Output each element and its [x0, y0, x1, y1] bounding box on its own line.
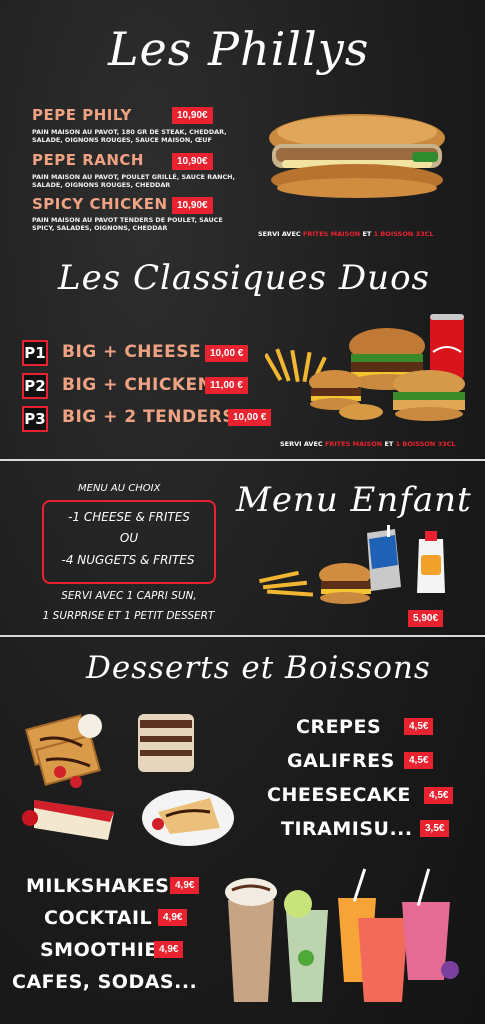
kids-served-line: SERVI AVEC 1 CAPRI SUN,	[61, 590, 197, 602]
dessert-item-price: 3,5€	[420, 820, 450, 837]
dessert-item-name: CREPES	[296, 716, 382, 738]
duo-item-name: BIG + 2 TENDERS	[62, 407, 236, 427]
philly-item-name: SPICY CHICKEN	[32, 195, 168, 213]
duo-code-badge: P1	[22, 340, 48, 366]
duos-title: Les Classiques Duos	[58, 258, 430, 298]
duo-burgers-image	[265, 314, 465, 421]
desserts-image	[22, 714, 234, 846]
philly-sandwich-image	[269, 114, 445, 198]
duo-code-badge: P2	[22, 373, 48, 399]
philly-item-name: PEPE RANCH	[32, 151, 144, 169]
kids-option-or: OU	[119, 531, 139, 545]
dessert-item-name: TIRAMISU...	[281, 818, 413, 840]
philly-item-desc: PAIN MAISON AU PAVOT, 180 GR DE STEAK, C…	[32, 128, 227, 144]
drink-item-name: MILKSHAKES	[26, 875, 170, 897]
duos-served-note: SERVI AVEC FRITES MAISON ET 1 BOISSON 33…	[280, 440, 456, 448]
kids-served-line: 1 SURPRISE ET 1 PETIT DESSERT	[42, 610, 215, 622]
drink-item-name: CAFES, SODAS...	[12, 971, 198, 993]
section-divider	[0, 635, 485, 637]
philly-item-price: 10,90€	[172, 107, 213, 124]
drink-item-name: SMOOTHIE	[40, 939, 158, 961]
desserts-title: Desserts et Boissons	[86, 650, 431, 686]
duo-item-name: BIG + CHICKEN	[62, 375, 213, 395]
dessert-item-price: 4,5€	[404, 752, 434, 769]
philly-item-desc: PAIN MAISON AU PAVOT TENDERS DE POULET, …	[32, 216, 223, 232]
phillys-title: Les Phillys	[108, 22, 370, 76]
dessert-item-price: 4,5€	[424, 787, 454, 804]
kids-menu-image	[259, 525, 445, 604]
duo-item-price: 11,00 €	[205, 377, 248, 394]
dessert-item-price: 4,5€	[404, 718, 434, 735]
phillys-served-note: SERVI AVEC FRITES MAISON ET 1 BOISSON 33…	[258, 230, 434, 238]
duo-item-price: 10,00 €	[205, 345, 249, 362]
drink-item-price: 4,9€	[158, 909, 188, 926]
drink-item-name: COCKTAIL	[44, 907, 153, 929]
philly-item-desc: PAIN MAISON AU PAVOT, POULET GRILLÉ, SAU…	[32, 173, 235, 189]
kids-choice-label: MENU AU CHOIX	[78, 483, 161, 494]
drink-item-price: 4,9€	[154, 941, 184, 958]
kids-price: 5,90€	[408, 610, 444, 627]
duo-item-name: BIG + CHEESE	[62, 342, 202, 362]
kids-option: -1 CHEESE & FRITES	[68, 510, 190, 524]
philly-item-name: PEPE PHILY	[32, 106, 132, 124]
dessert-item-name: CHEESECAKE	[267, 784, 411, 806]
kids-title: Menu Enfant	[236, 480, 472, 520]
drinks-image	[225, 868, 459, 1002]
philly-item-price: 10,90€	[172, 197, 213, 214]
philly-item-price: 10,90€	[172, 153, 213, 170]
drink-item-price: 4,9€	[170, 877, 200, 894]
kids-option: -4 NUGGETS & FRITES	[61, 553, 195, 567]
duo-code-badge: P3	[22, 406, 48, 432]
dessert-item-name: GALIFRES	[287, 750, 395, 772]
section-divider	[0, 459, 485, 461]
